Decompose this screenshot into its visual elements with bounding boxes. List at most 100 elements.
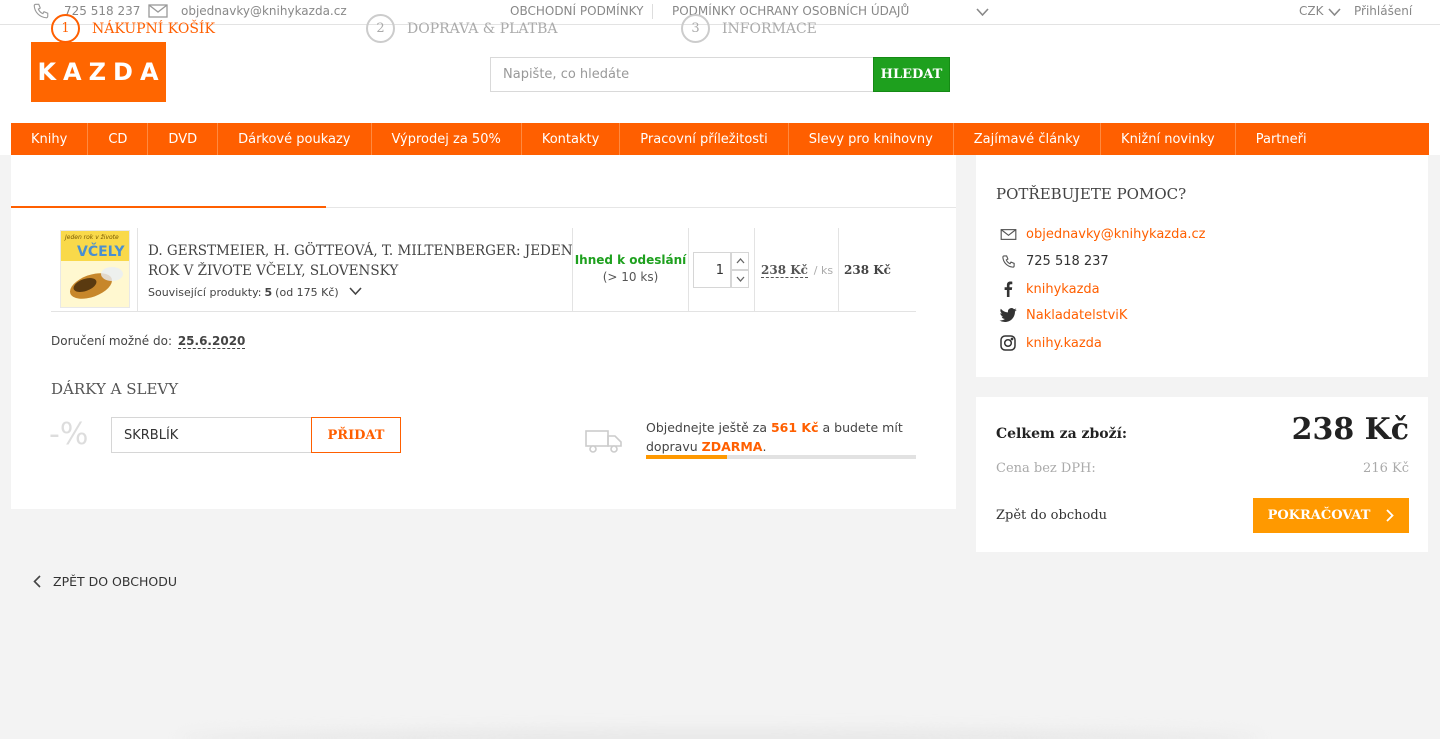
unit-price-suffix: / ks: [813, 264, 834, 277]
help-phone[interactable]: 725 518 237: [998, 254, 1109, 269]
coupon-add-button[interactable]: PŘIDAT: [311, 417, 401, 453]
step-label: NÁKUPNÍ KOŠÍK: [92, 20, 215, 37]
chevron-down-icon[interactable]: [349, 286, 362, 299]
nav-item-news[interactable]: Knižní novinky: [1101, 123, 1236, 155]
cover-subtitle: Jeden rok v živote: [65, 234, 119, 241]
checkout-steps: [11, 155, 956, 208]
delivery-info: Doručení možné do: 25.6.2020: [51, 334, 246, 349]
related-products[interactable]: Související produkty: 5 (od 175 Kč): [148, 286, 362, 299]
logo[interactable]: KAZDA: [31, 42, 166, 102]
item-total: 238 Kč: [844, 263, 891, 277]
topbar-divider: [652, 4, 653, 19]
twitter-icon: [998, 308, 1018, 323]
unit-price: 238 Kč / ks: [761, 263, 834, 278]
chevron-down-icon[interactable]: [976, 6, 989, 20]
summary-back-link[interactable]: Zpět do obchodu: [996, 508, 1107, 523]
shipping-free: ZDARMA: [701, 439, 763, 454]
chevron-right-icon: [1386, 509, 1395, 522]
book-cover-image[interactable]: Jeden rok v živote VČELY: [60, 230, 130, 308]
summary-total: 238 Kč: [1291, 412, 1409, 447]
back-link-label: ZPĚT DO OBCHODU: [53, 574, 177, 589]
nav-item-libraries[interactable]: Slevy pro knihovny: [789, 123, 954, 155]
quantity-input[interactable]: 1: [693, 252, 731, 288]
active-step-indicator: [11, 206, 326, 208]
summary-net: 216 Kč: [1363, 461, 1409, 476]
step-info[interactable]: 3 INFORMACE: [681, 14, 817, 43]
main-nav: Knihy CD DVD Dárkové poukazy Výprodej za…: [11, 123, 1429, 155]
help-instagram[interactable]: knihy.kazda: [998, 335, 1102, 351]
free-shipping-note: Objednejte ještě za 561 Kč a budete mít …: [646, 418, 903, 456]
step-label: INFORMACE: [722, 20, 817, 37]
login-link[interactable]: Přihlášení: [1354, 4, 1412, 18]
nav-item-books[interactable]: Knihy: [11, 123, 89, 155]
nav-item-vouchers[interactable]: Dárkové poukazy: [218, 123, 372, 155]
availability-stock: (> 10 ks): [602, 270, 659, 284]
nav-item-cd[interactable]: CD: [88, 123, 149, 155]
shipping-text: a budete mít: [822, 420, 903, 435]
related-label: Související produkty:: [148, 286, 262, 299]
step-label: DOPRAVA & PLATBA: [407, 20, 558, 37]
instagram-icon: [998, 335, 1018, 351]
step-shipping[interactable]: 2 DOPRAVA & PLATBA: [366, 14, 558, 43]
help-email[interactable]: objednavky@knihykazda.cz: [998, 227, 1205, 242]
help-email-link[interactable]: objednavky@knihykazda.cz: [1026, 227, 1205, 242]
help-twitter[interactable]: NakladatelstviK: [998, 308, 1127, 323]
nav-item-partners[interactable]: Partneři: [1236, 123, 1327, 155]
shipping-text: dopravu: [646, 439, 698, 454]
related-from-price: (od 175 Kč): [275, 286, 339, 299]
nav-item-sale[interactable]: Výprodej za 50%: [372, 123, 522, 155]
nav-item-contacts[interactable]: Kontakty: [522, 123, 621, 155]
chevron-up-icon: [736, 258, 744, 264]
search-button[interactable]: HLEDAT: [873, 57, 950, 92]
cover-title: VČELY: [77, 244, 125, 260]
shipping-progress-fill: [646, 455, 727, 459]
continue-button[interactable]: POKRAČOVAT: [1253, 498, 1409, 533]
availability-status: Ihned k odeslání: [574, 253, 687, 267]
facebook-icon: [998, 281, 1018, 297]
column-divider: [754, 228, 755, 312]
column-divider: [838, 228, 839, 312]
mail-icon: [998, 228, 1018, 241]
quantity-decrease-button[interactable]: [731, 270, 749, 288]
chevron-down-icon[interactable]: [1328, 6, 1341, 20]
truck-icon: [585, 428, 623, 458]
product-title-line: D. GERSTMEIER, H. GÖTTEOVÁ, T. MILTENBER…: [148, 243, 573, 259]
help-twitter-link[interactable]: NakladatelstviK: [1026, 308, 1127, 323]
phone-icon: [32, 2, 50, 23]
help-facebook[interactable]: knihykazda: [998, 281, 1100, 297]
availability: Ihned k odeslání (> 10 ks): [573, 253, 688, 284]
help-facebook-link[interactable]: knihykazda: [1026, 282, 1100, 297]
nav-item-dvd[interactable]: DVD: [148, 123, 219, 155]
chevron-down-icon: [736, 276, 744, 282]
gifts-heading: DÁRKY A SLEVY: [51, 380, 179, 398]
step-cart[interactable]: 1 NÁKUPNÍ KOŠÍK: [51, 14, 215, 43]
quantity-increase-button[interactable]: [731, 252, 749, 270]
phone-icon: [998, 254, 1018, 269]
search-input[interactable]: Napište, co hledáte: [490, 57, 874, 92]
nav-item-articles[interactable]: Zajímavé články: [954, 123, 1102, 155]
continue-label: POKRAČOVAT: [1267, 508, 1371, 523]
currency-select[interactable]: CZK: [1299, 4, 1323, 18]
help-phone-number: 725 518 237: [1026, 254, 1109, 269]
product-title[interactable]: D. GERSTMEIER, H. GÖTTEOVÁ, T. MILTENBER…: [148, 241, 573, 281]
help-instagram-link[interactable]: knihy.kazda: [1026, 336, 1102, 351]
help-heading: POTŘEBUJETE POMOC?: [996, 185, 1187, 203]
chevron-left-icon: [33, 575, 41, 588]
nav-item-jobs[interactable]: Pracovní příležitosti: [620, 123, 789, 155]
step-number: 3: [681, 14, 710, 43]
shipping-text: Objednejte ještě za: [646, 420, 767, 435]
column-divider: [688, 228, 689, 312]
back-to-shop-link[interactable]: ZPĚT DO OBCHODU: [33, 574, 177, 589]
column-divider: [137, 228, 138, 312]
shipping-progress-bar: [646, 455, 916, 459]
discount-icon: -%: [49, 417, 89, 452]
product-title-line: ROK V ŽIVOTE VČELY, SLOVENSKY: [148, 263, 399, 279]
summary-total-label: Celkem za zboží:: [996, 426, 1128, 442]
shipping-text: .: [762, 439, 767, 454]
step-number: 2: [366, 14, 395, 43]
bottom-shadow: [180, 728, 1260, 739]
shipping-remaining: 561 Kč: [770, 420, 819, 435]
coupon-input[interactable]: SKRBLÍK: [111, 417, 312, 453]
step-number: 1: [51, 14, 80, 43]
unit-price-value: 238 Kč: [761, 263, 808, 278]
